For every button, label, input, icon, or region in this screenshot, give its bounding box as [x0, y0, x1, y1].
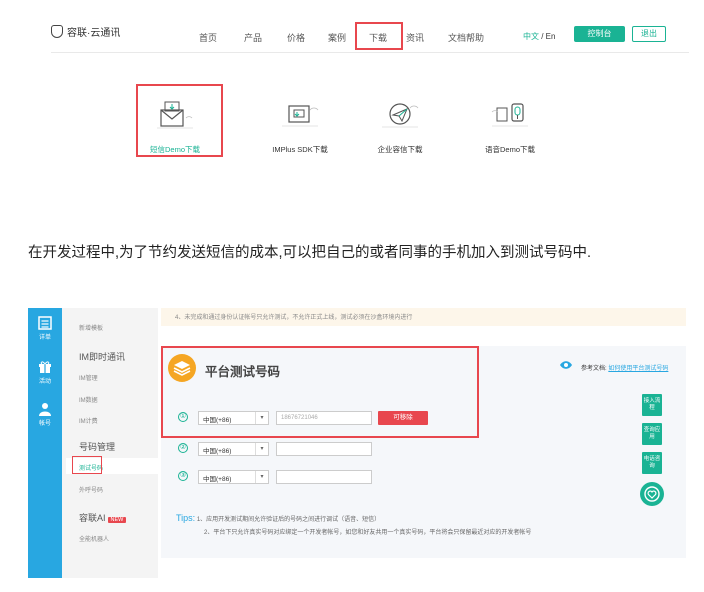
nav-item-docs[interactable]: 文档帮助 [445, 31, 487, 44]
menu-item-im-manage[interactable]: IM管理 [79, 373, 98, 382]
download-page-screenshot: 容联·云通讯 首页 产品 价格 案例 下载 资讯 文档帮助 中文 / En 控制… [0, 0, 704, 215]
lang-zh[interactable]: 中文 [523, 32, 539, 41]
notice-bar: 4、未完成和通过身份认证帐号只允许测试，不允许正式上线，测试必须在沙盒环境内进行 [161, 308, 686, 326]
phone-input[interactable] [276, 470, 372, 484]
reference-docs: 参考文档: 如何使用平台测试号码 [581, 363, 668, 372]
side-button-access-flow[interactable]: 接入流程 [642, 394, 662, 416]
country-value: 中国(+86) [203, 448, 232, 455]
country-select[interactable]: 中国(+86) ▾ [198, 442, 269, 456]
list-icon [38, 316, 52, 330]
nav-item-pricing[interactable]: 价格 [284, 31, 308, 44]
leftbar-label-account: 帐号 [38, 421, 51, 427]
menu-item-im-data[interactable]: IM数据 [79, 395, 98, 404]
nav-item-cases[interactable]: 案例 [325, 31, 349, 44]
ref-label: 参考文档: [581, 366, 607, 372]
nav-item-news[interactable]: 资讯 [403, 31, 427, 44]
menu-item-outbound-numbers[interactable]: 外呼号码 [79, 485, 103, 494]
console-screenshot: 详单 活动 帐号 新增模板 IM即时通讯 IM管理 IM数据 IM计费 号码管理… [28, 308, 689, 578]
highlight-sms-demo [136, 84, 223, 157]
feedback-button[interactable] [640, 482, 664, 506]
menu-group-im[interactable]: IM即时通讯 [79, 350, 125, 363]
country-value: 中国(+86) [203, 476, 232, 483]
menu-group-ai[interactable]: 容联AI NEW [79, 511, 127, 524]
download-enterprise-label: 企业容信下载 [377, 145, 423, 154]
main-nav: 首页 产品 价格 案例 下载 资讯 文档帮助 [196, 31, 487, 44]
console-button[interactable]: 控制台 [574, 26, 625, 42]
menu-item-template[interactable]: 新增模板 [79, 323, 103, 332]
chevron-down-icon: ▾ [255, 471, 268, 483]
language-switch[interactable]: 中文 / En [523, 31, 555, 42]
highlight-download-nav [355, 22, 403, 50]
heart-icon [644, 486, 660, 502]
download-enterprise-rongxin[interactable]: 企业容信下载 [360, 92, 440, 154]
menu-group-numbers[interactable]: 号码管理 [79, 440, 115, 453]
article-paragraph: 在开发过程中,为了节约发送短信的成本,可以把自己的或者同事的手机加入到测试号码中… [28, 245, 592, 261]
download-implus-sdk[interactable]: IMPlus SDK下载 [260, 92, 340, 154]
eye-icon [560, 361, 572, 369]
highlight-test-numbers [72, 456, 102, 474]
leftbar-item-account[interactable]: 帐号 [28, 402, 62, 427]
console-leftbar [28, 308, 62, 578]
download-voice-demo[interactable]: 语音Demo下载 [470, 92, 550, 154]
header-divider [51, 52, 689, 53]
lang-en[interactable]: En [546, 32, 556, 41]
brand-logo[interactable]: 容联·云通讯 [51, 24, 120, 39]
menu-item-im-billing[interactable]: IM计费 [79, 416, 98, 425]
paper-plane-icon [382, 103, 419, 128]
leftbar-label-activity: 活动 [38, 379, 51, 385]
nav-item-products[interactable]: 产品 [241, 31, 265, 44]
side-button-query-app[interactable]: 查询应用 [642, 423, 662, 445]
row-number: ③ [178, 471, 188, 481]
nav-item-home[interactable]: 首页 [196, 31, 220, 44]
brand-icon [51, 25, 63, 38]
chat-box-icon [282, 105, 319, 127]
tip-2: 2、平台下只允许真实号码对应绑定一个开发者帐号，如您和好友共用一个真实号码，平台… [204, 530, 532, 536]
country-select[interactable]: 中国(+86) ▾ [198, 470, 269, 484]
lang-separator: / [539, 32, 546, 41]
chevron-down-icon: ▾ [255, 443, 268, 455]
gift-icon [39, 361, 51, 373]
phone-input[interactable] [276, 442, 372, 456]
logout-button[interactable]: 退出 [632, 26, 666, 42]
tip-1: 1、应用开发测试期间允许验证后的号码之间进行调试（语音、短信） [196, 517, 381, 523]
highlight-test-number-form [161, 346, 479, 438]
menu-ai-label: 容联AI [79, 513, 106, 523]
side-button-phone-consult[interactable]: 电话咨询 [642, 452, 662, 474]
leftbar-item-bills[interactable]: 详单 [28, 316, 62, 341]
ref-link[interactable]: 如何使用平台测试号码 [608, 366, 668, 372]
leftbar-item-activity[interactable]: 活动 [28, 360, 62, 385]
download-implus-label: IMPlus SDK下载 [272, 145, 328, 154]
tips-block: Tips: 1、应用开发测试期间允许验证后的号码之间进行调试（语音、短信） 2、… [176, 512, 531, 540]
user-icon [39, 403, 51, 416]
menu-item-robot[interactable]: 全能机器人 [79, 534, 109, 543]
new-badge: NEW [107, 517, 127, 523]
tips-label: Tips: [176, 513, 196, 523]
leftbar-label-bills: 详单 [38, 335, 51, 341]
row-number: ② [178, 443, 188, 453]
brand-name: 容联·云通讯 [67, 28, 121, 39]
microphone-icon [491, 103, 528, 127]
download-voice-label: 语音Demo下载 [484, 145, 535, 154]
